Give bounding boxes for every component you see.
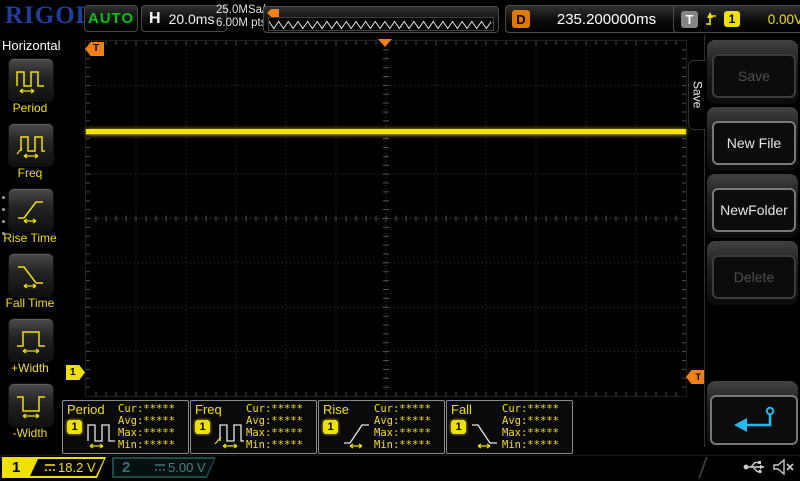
measurement-name: Period — [67, 402, 105, 417]
scroll-indicator-dot — [2, 196, 5, 199]
freq-icon — [15, 130, 47, 160]
waveform-overview-strip — [268, 17, 494, 31]
period-icon — [15, 65, 47, 95]
fall-time-label: Fall Time — [0, 296, 60, 310]
overview-waveform-icon — [269, 19, 491, 31]
measurement-panel-period: Period 1 Cur:***** Avg:***** Max:***** M… — [62, 400, 189, 454]
delete-button[interactable]: Delete — [712, 255, 796, 299]
plus-width-icon — [15, 325, 47, 355]
delay-value: 235.200000ms — [538, 11, 675, 28]
left-menu-title: Horizontal — [2, 38, 61, 53]
delay-box: D 235.200000ms — [505, 5, 682, 33]
run-status-text: AUTO — [88, 10, 134, 27]
measurement-values: Cur:***** Avg:***** Max:***** Min:***** — [374, 403, 431, 451]
ch1-scale: 18.2 V — [58, 457, 96, 478]
grid-lines — [86, 41, 686, 396]
timebase-value: 20.0ms — [169, 11, 215, 27]
rise-time-button[interactable] — [8, 188, 54, 232]
trigger-source-badge: 1 — [724, 11, 740, 27]
measurement-name: Fall — [451, 402, 472, 417]
window-position-marker-icon — [267, 9, 279, 17]
measurement-name: Rise — [323, 402, 349, 417]
run-status-badge: AUTO — [84, 5, 138, 32]
fall-time-button[interactable] — [8, 253, 54, 297]
measurement-name: Freq — [195, 402, 222, 417]
ch1-status[interactable]: 1 18.2 V — [2, 457, 106, 478]
measurement-values: Cur:***** Avg:***** Max:***** Min:***** — [246, 403, 303, 451]
return-button[interactable] — [710, 395, 798, 445]
save-button[interactable]: Save — [712, 54, 796, 98]
measurement-values: Cur:***** Avg:***** Max:***** Min:***** — [502, 403, 559, 451]
dc-coupling-icon — [44, 463, 56, 473]
measurement-panel-rise: Rise 1 Cur:***** Avg:***** Max:***** Min… — [318, 400, 445, 454]
minus-width-label: -Width — [0, 426, 60, 440]
channel-badge: 1 — [195, 420, 210, 434]
period-label: Period — [0, 101, 60, 115]
new-folder-button[interactable]: NewFolder — [712, 188, 796, 232]
speaker-muted-icon — [772, 458, 796, 476]
delay-label: D — [512, 10, 530, 28]
minus-width-icon — [15, 390, 47, 420]
trigger-level-value: 0.00V — [746, 12, 800, 27]
scroll-indicator-dot — [2, 208, 5, 211]
minus-width-button[interactable] — [8, 383, 54, 427]
plus-width-button[interactable] — [8, 318, 54, 362]
freq-label: Freq — [0, 166, 60, 180]
timebase-label: H — [149, 10, 161, 28]
ch1-ground-marker[interactable]: 1 — [66, 365, 85, 380]
rising-edge-icon — [704, 11, 718, 28]
freq-button[interactable] — [8, 123, 54, 167]
graticule — [85, 40, 687, 397]
ch2-status[interactable]: 2 5.00 V — [112, 457, 216, 478]
fall-time-icon — [15, 260, 47, 290]
fall-time-icon — [469, 417, 501, 449]
measurement-panel-fall: Fall 1 Cur:***** Avg:***** Max:***** Min… — [446, 400, 573, 454]
channel-badge: 1 — [451, 420, 466, 434]
scroll-indicator-dot — [2, 232, 5, 235]
rigol-logo: RIGOL — [5, 2, 93, 30]
trigger-label: T — [681, 11, 698, 28]
menu-tab-save: Save — [688, 60, 706, 130]
trigger-position-marker[interactable] — [378, 39, 392, 47]
ch1-waveform-trace — [86, 129, 686, 135]
measurement-values: Cur:***** Avg:***** Max:***** Min:***** — [118, 403, 175, 451]
freq-icon — [213, 417, 245, 449]
trigger-level-marker[interactable]: T — [686, 370, 704, 384]
measurement-panel-freq: Freq 1 Cur:***** Avg:***** Max:***** Min… — [190, 400, 317, 454]
timebase-box: H 20.0ms — [141, 5, 227, 32]
scroll-indicator-dot — [2, 220, 5, 223]
dc-coupling-icon — [154, 463, 166, 473]
return-arrow-icon — [730, 404, 778, 436]
channel-badge: 1 — [67, 420, 82, 434]
channel-badge: 1 — [323, 420, 338, 434]
trigger-box: T 1 0.00V — [673, 5, 800, 33]
period-icon — [85, 417, 117, 449]
usb-icon — [742, 459, 768, 475]
waveform-overview — [263, 6, 499, 33]
plus-width-label: +Width — [0, 361, 60, 375]
ch2-scale: 5.00 V — [168, 457, 206, 478]
menu-tab-save-label: Save — [691, 81, 705, 108]
rise-time-label: Rise Time — [0, 231, 60, 245]
rise-time-icon — [15, 195, 47, 225]
rise-time-icon — [341, 417, 373, 449]
period-button[interactable] — [8, 58, 54, 102]
new-file-button[interactable]: New File — [712, 121, 796, 165]
